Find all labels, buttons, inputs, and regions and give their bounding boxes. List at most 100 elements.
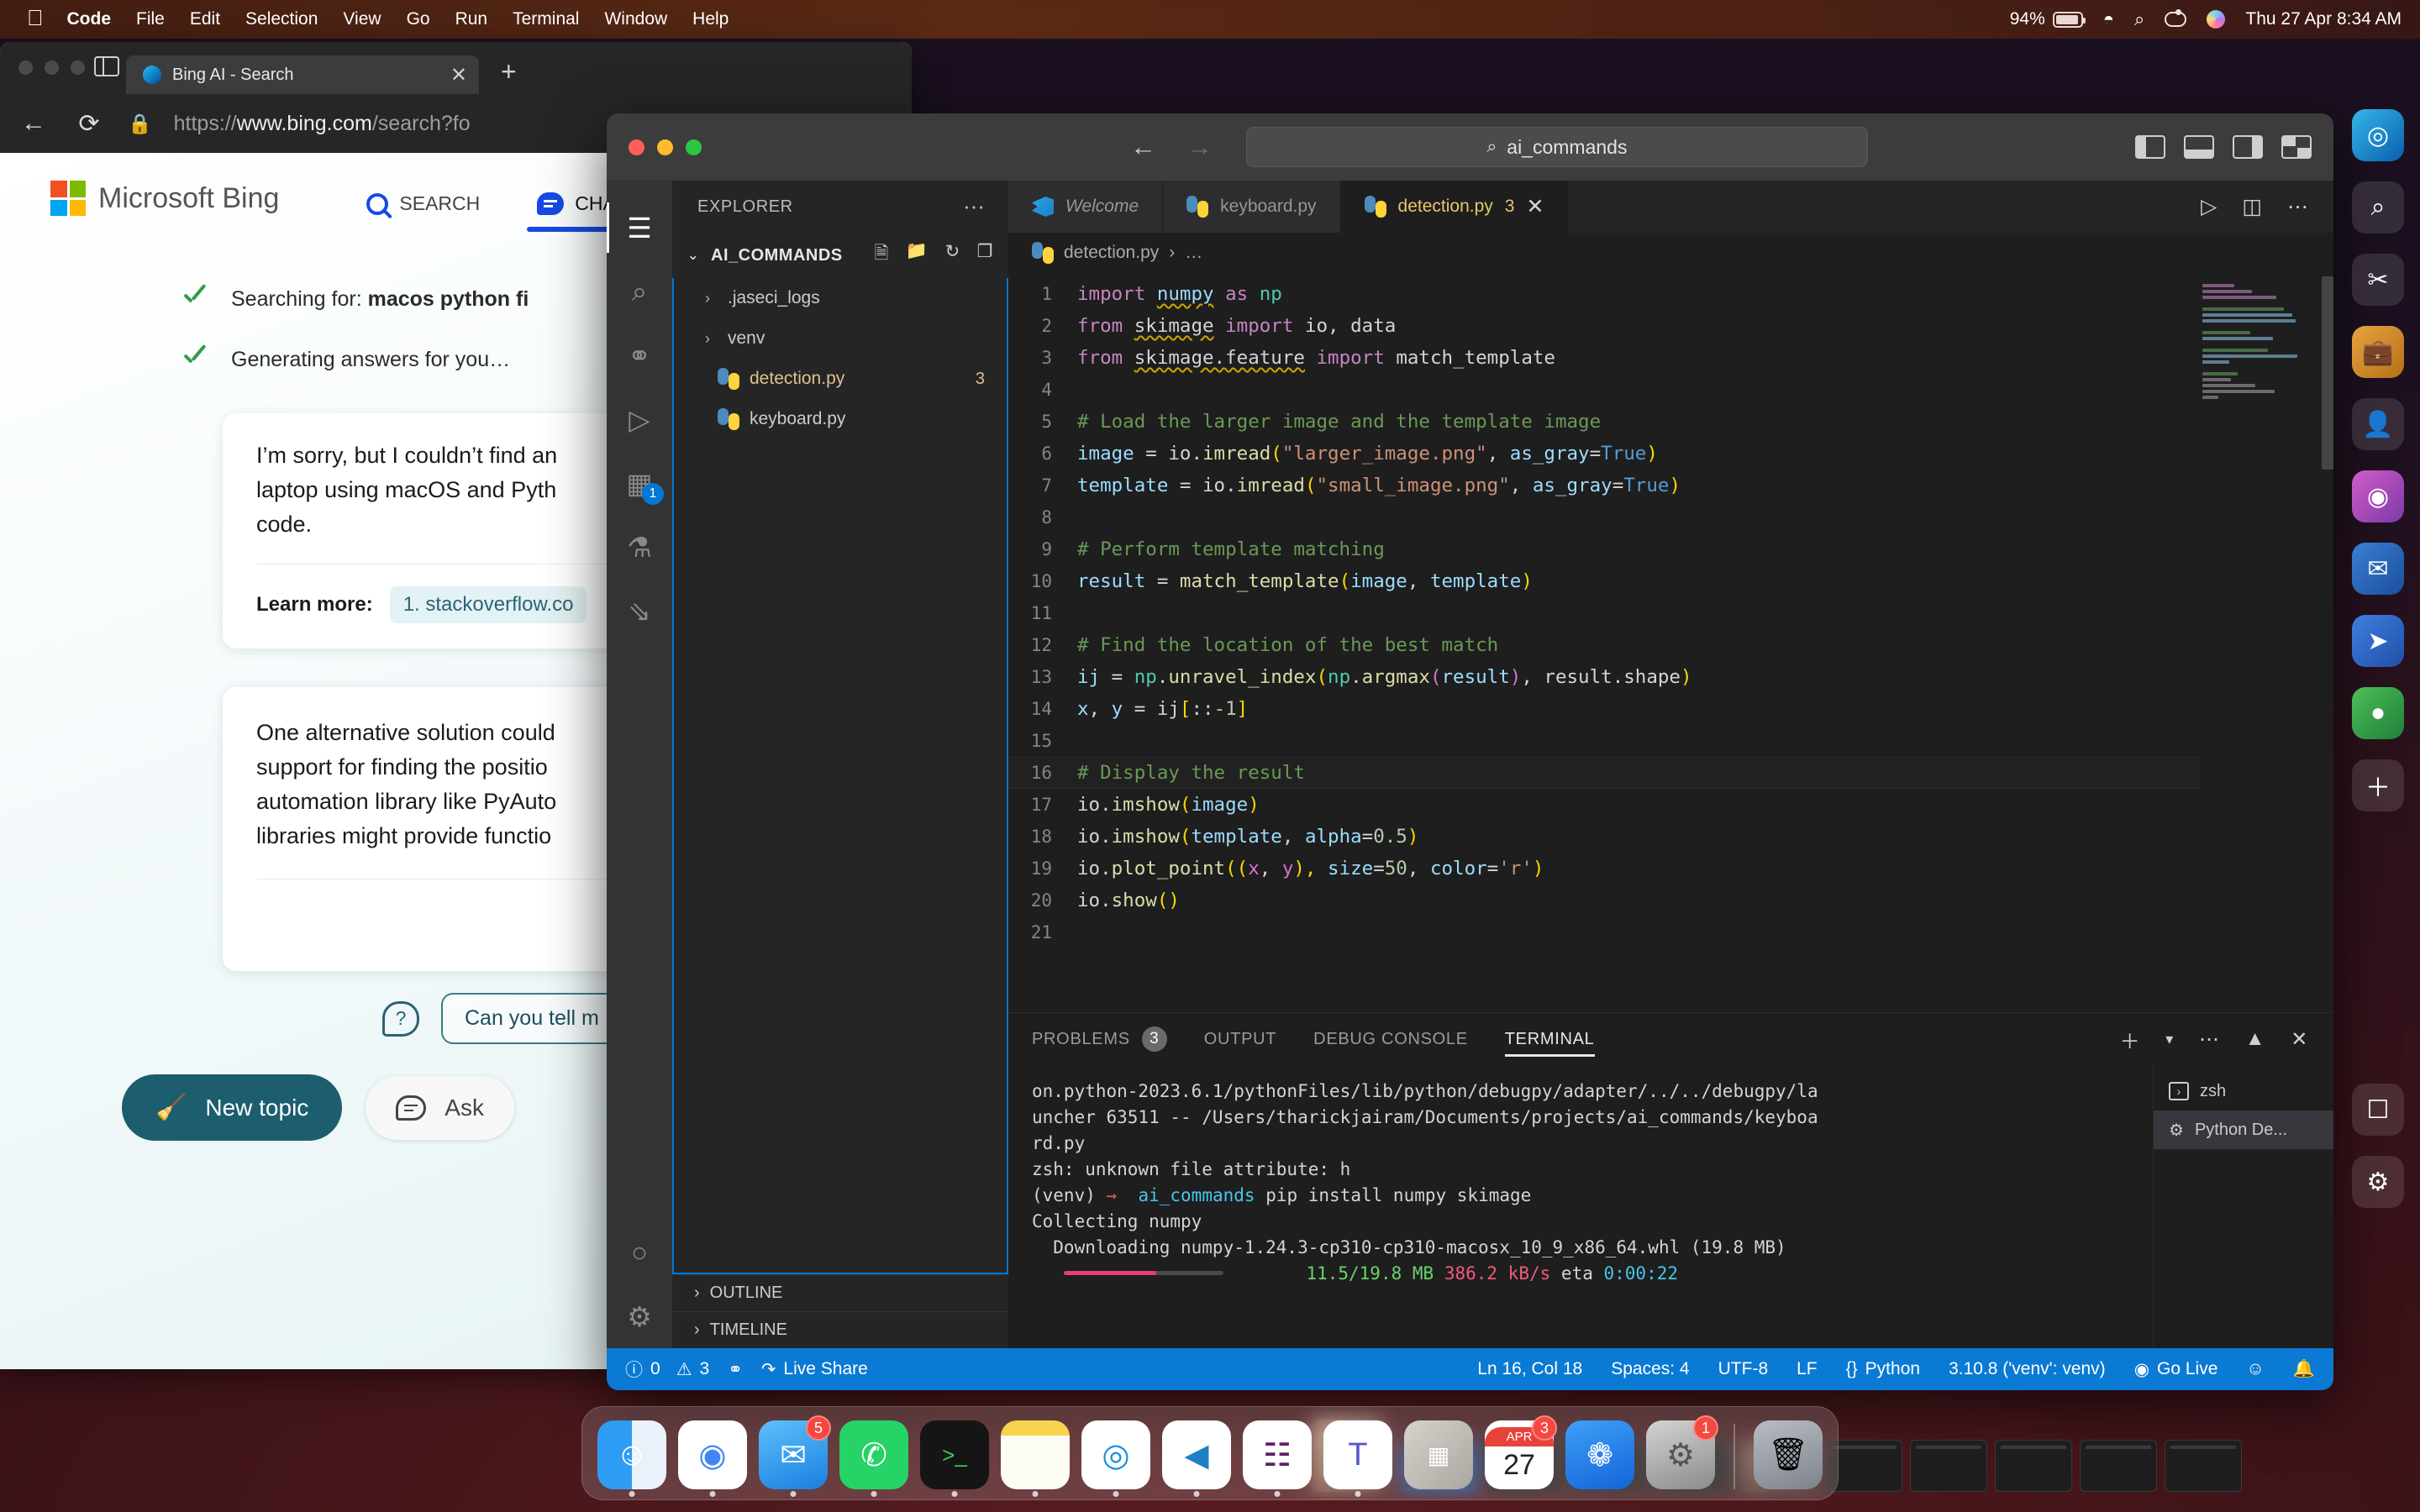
dock-item-notes[interactable]: [1001, 1420, 1070, 1497]
tools-icon[interactable]: ✂: [2352, 254, 2404, 306]
vscode-forward-icon[interactable]: →: [1186, 132, 1213, 162]
collapse-all-icon[interactable]: ❐: [977, 241, 993, 270]
feedback-icon[interactable]: ☺: [2246, 1359, 2264, 1379]
contacts-icon[interactable]: 👤: [2352, 398, 2404, 450]
editor-minimap[interactable]: [2199, 273, 2333, 1012]
close-tab-icon[interactable]: ✕: [450, 63, 467, 87]
code-line[interactable]: 15: [1008, 725, 2199, 757]
tab-keyboard-py[interactable]: keyboard.py: [1163, 181, 1341, 233]
run-icon[interactable]: ▷: [2201, 194, 2217, 219]
workspace-folder-row[interactable]: ⌄ AI_COMMANDS 🗎 📁 ↻ ❐: [672, 233, 1008, 278]
panel-tab-output[interactable]: OUTPUT: [1204, 1013, 1276, 1065]
siri-icon[interactable]: [2207, 10, 2226, 29]
window-thumbnail[interactable]: [2080, 1440, 2157, 1492]
terminal-output[interactable]: on.python-2023.6.1/pythonFiles/lib/pytho…: [1008, 1065, 2153, 1348]
menu-item-terminal[interactable]: Terminal: [513, 9, 579, 29]
dock-item-app-store[interactable]: ❁: [1565, 1420, 1634, 1489]
tree-item-keyboard-py[interactable]: keyboard.py: [674, 399, 1007, 439]
outlook-icon[interactable]: ✉: [2352, 543, 2404, 595]
language-mode[interactable]: {} Python: [1846, 1359, 1920, 1379]
code-line[interactable]: 10 result = match_template(image, templat…: [1008, 565, 2199, 597]
control-center-icon[interactable]: [2165, 9, 2187, 27]
eol[interactable]: LF: [1797, 1359, 1818, 1379]
dock-item-finder[interactable]: ☺: [597, 1420, 666, 1497]
bing-logo[interactable]: Microsoft Bing: [50, 181, 279, 216]
code-line[interactable]: 2 from skimage import io, data: [1008, 310, 2199, 342]
dock-item-calendar[interactable]: APR 27 3: [1485, 1415, 1557, 1489]
dock-item-edge[interactable]: ◎: [1081, 1420, 1150, 1497]
code-line[interactable]: 6 image = io.imread("larger_image.png", a…: [1008, 438, 2199, 470]
terminal-instance-python-debug[interactable]: ⚙ Python De...: [2154, 1110, 2333, 1149]
settings-gear-icon[interactable]: ⚙: [607, 1284, 672, 1348]
maximize-icon[interactable]: ▲: [2245, 1027, 2265, 1051]
code-line[interactable]: 18 io.imshow(template, alpha=0.5): [1008, 821, 2199, 853]
new-file-icon[interactable]: 🗎: [875, 241, 889, 270]
collections-icon[interactable]: ☐: [2352, 1084, 2404, 1136]
code-line[interactable]: 1 import numpy as np: [1008, 278, 2199, 310]
go-live-button[interactable]: ◉ Go Live: [2134, 1359, 2218, 1380]
dock-item-system-settings[interactable]: ⚙ 1: [1646, 1415, 1718, 1489]
bing-nav-search[interactable]: SEARCH: [338, 192, 508, 232]
ports-icon[interactable]: ⚭: [728, 1359, 743, 1380]
panel-tab-debug-console[interactable]: DEBUG CONSOLE: [1313, 1013, 1468, 1065]
add-icon[interactable]: ＋: [2352, 759, 2404, 811]
browser-tab-bing[interactable]: Bing AI - Search ✕: [126, 55, 479, 94]
code-line[interactable]: 11: [1008, 597, 2199, 629]
testing-icon[interactable]: ⚗: [607, 515, 672, 579]
tree-item-venv[interactable]: › venv: [674, 318, 1007, 359]
code-editor[interactable]: 1 import numpy as np 2 from skimage import …: [1008, 273, 2199, 1012]
close-icon[interactable]: ✕: [2291, 1027, 2308, 1052]
code-line[interactable]: 21: [1008, 916, 2199, 948]
new-tab-button[interactable]: +: [501, 56, 517, 87]
reload-button[interactable]: ⟳: [72, 109, 106, 139]
code-line[interactable]: 9 # Perform template matching: [1008, 533, 2199, 565]
dock-item-mail[interactable]: ✉ 5: [759, 1415, 831, 1497]
office-icon[interactable]: ◉: [2352, 470, 2404, 522]
code-line[interactable]: 4: [1008, 374, 2199, 406]
menu-item-go[interactable]: Go: [407, 9, 430, 29]
code-line[interactable]: 8: [1008, 501, 2199, 533]
dock-item-terminal[interactable]: >_: [920, 1420, 989, 1497]
more-actions-icon[interactable]: ⋯: [2287, 194, 2308, 219]
back-button[interactable]: ←: [17, 109, 50, 138]
panel-tab-terminal[interactable]: TERMINAL: [1504, 1013, 1595, 1065]
code-line[interactable]: 12 # Find the location of the best match: [1008, 629, 2199, 661]
extensions-icon[interactable]: ▦ 1: [607, 451, 672, 515]
dock-item-slack[interactable]: ☷: [1243, 1420, 1312, 1497]
new-topic-button[interactable]: 🧹 New topic: [122, 1074, 343, 1142]
remote-explorer-icon[interactable]: ⇘: [607, 579, 672, 643]
customize-layout-icon[interactable]: [2281, 135, 2312, 159]
menubar-clock[interactable]: Thu 27 Apr 8:34 AM: [2245, 9, 2402, 29]
explorer-icon[interactable]: ☰: [607, 196, 672, 260]
menu-item-window[interactable]: Window: [604, 9, 667, 29]
settings-gear-icon[interactable]: ⚙: [2352, 1156, 2404, 1208]
address-input[interactable]: https://www.bing.com/search?fo: [174, 112, 471, 136]
vscode-window[interactable]: ← → ⌕ ai_commands ☰ ⌕ ⚭ ▷ ▦ 1 ⚗ ⇘ ○ ⚙ EX…: [607, 113, 2333, 1390]
tab-detection-py[interactable]: detection.py 3 ✕: [1340, 181, 1569, 233]
run-debug-icon[interactable]: ▷: [607, 387, 672, 451]
search-icon[interactable]: ⌕: [607, 260, 672, 323]
bing-suggested-question[interactable]: Can you tell m: [441, 993, 623, 1045]
tree-item-jaseci-logs[interactable]: › .jaseci_logs: [674, 278, 1007, 318]
dock-item-launchpad[interactable]: ▦: [1404, 1420, 1473, 1489]
apple-logo-icon[interactable]: : [27, 5, 44, 31]
indentation[interactable]: Spaces: 4: [1611, 1359, 1689, 1379]
live-share-button[interactable]: ↷ Live Share: [761, 1359, 868, 1380]
code-line[interactable]: 7 template = io.imread("small_image.png",…: [1008, 470, 2199, 501]
menu-item-code[interactable]: Code: [67, 9, 112, 29]
menu-item-selection[interactable]: Selection: [245, 9, 318, 29]
menu-item-run[interactable]: Run: [455, 9, 488, 29]
code-line[interactable]: 16 # Display the result: [1008, 757, 2199, 789]
dock-item-vscode[interactable]: ◀: [1162, 1420, 1231, 1497]
breadcrumb-rest[interactable]: …: [1185, 243, 1202, 263]
toggle-panel-icon[interactable]: [2184, 135, 2214, 159]
edge-icon[interactable]: ◎: [2352, 109, 2404, 161]
terminal-instance-zsh[interactable]: › zsh: [2154, 1072, 2333, 1110]
ask-input-box[interactable]: Ask: [366, 1075, 514, 1140]
new-folder-icon[interactable]: 📁: [906, 241, 929, 270]
toggle-secondary-sidebar-icon[interactable]: [2233, 135, 2263, 159]
menu-item-view[interactable]: View: [343, 9, 381, 29]
toggle-primary-sidebar-icon[interactable]: [2135, 135, 2165, 159]
more-icon[interactable]: ⋯: [2199, 1027, 2220, 1052]
menu-item-file[interactable]: File: [136, 9, 165, 29]
